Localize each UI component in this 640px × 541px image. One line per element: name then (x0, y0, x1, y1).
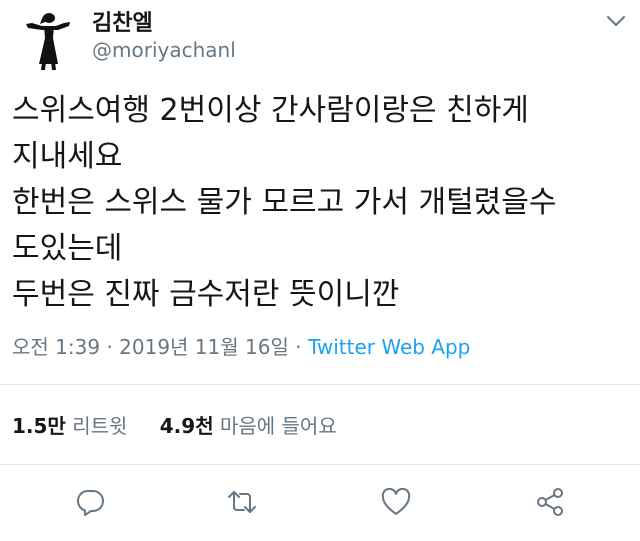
divider (0, 464, 640, 465)
tweet-detail: 김찬엘 @moriyachanl 스위스여행 2번이상 간사람이랑은 친하게 지… (0, 0, 640, 541)
likes-count: 4.9천 (159, 414, 214, 438)
meta-separator: · (288, 335, 308, 359)
tweet-date[interactable]: 2019년 11월 16일 (119, 335, 289, 359)
chevron-down-icon[interactable] (604, 12, 628, 30)
meta-separator: · (100, 335, 120, 359)
tweet-text-line: 지내세요 (12, 139, 123, 174)
tweet-text-line: 한번은 스위스 물가 모르고 가서 개털렸을수 (12, 185, 557, 220)
retweets-stat[interactable]: 1.5만 리트윗 (12, 410, 127, 439)
display-name[interactable]: 김찬엘 (92, 5, 153, 37)
engagement-stats: 1.5만 리트윗 4.9천 마음에 들어요 (12, 410, 337, 439)
retweets-count: 1.5만 (12, 414, 66, 438)
avatar-silhouette-icon (13, 3, 81, 71)
likes-stat[interactable]: 4.9천 마음에 들어요 (160, 410, 337, 439)
user-handle[interactable]: @moriyachanl (92, 38, 236, 62)
reply-icon[interactable] (74, 486, 106, 518)
divider (0, 384, 640, 385)
tweet-text-line: 두번은 진짜 금수저란 뜻이니깐 (12, 277, 400, 312)
avatar[interactable] (12, 2, 82, 72)
tweet-meta: 오전 1:39 · 2019년 11월 16일 · Twitter Web Ap… (12, 331, 470, 360)
tweet-text-line: 스위스여행 2번이상 간사람이랑은 친하게 (12, 93, 529, 128)
retweets-label: 리트윗 (72, 414, 128, 438)
share-icon[interactable] (534, 486, 566, 518)
tweet-time[interactable]: 오전 1:39 (12, 335, 100, 359)
retweet-icon[interactable] (226, 486, 258, 518)
tweet-text: 스위스여행 2번이상 간사람이랑은 친하게 지내세요 한번은 스위스 물가 모르… (12, 88, 634, 318)
source-app-link[interactable]: Twitter Web App (308, 335, 470, 359)
tweet-text-line: 도있는데 (12, 231, 123, 266)
likes-label: 마음에 들어요 (219, 414, 337, 438)
heart-icon[interactable] (380, 486, 412, 518)
